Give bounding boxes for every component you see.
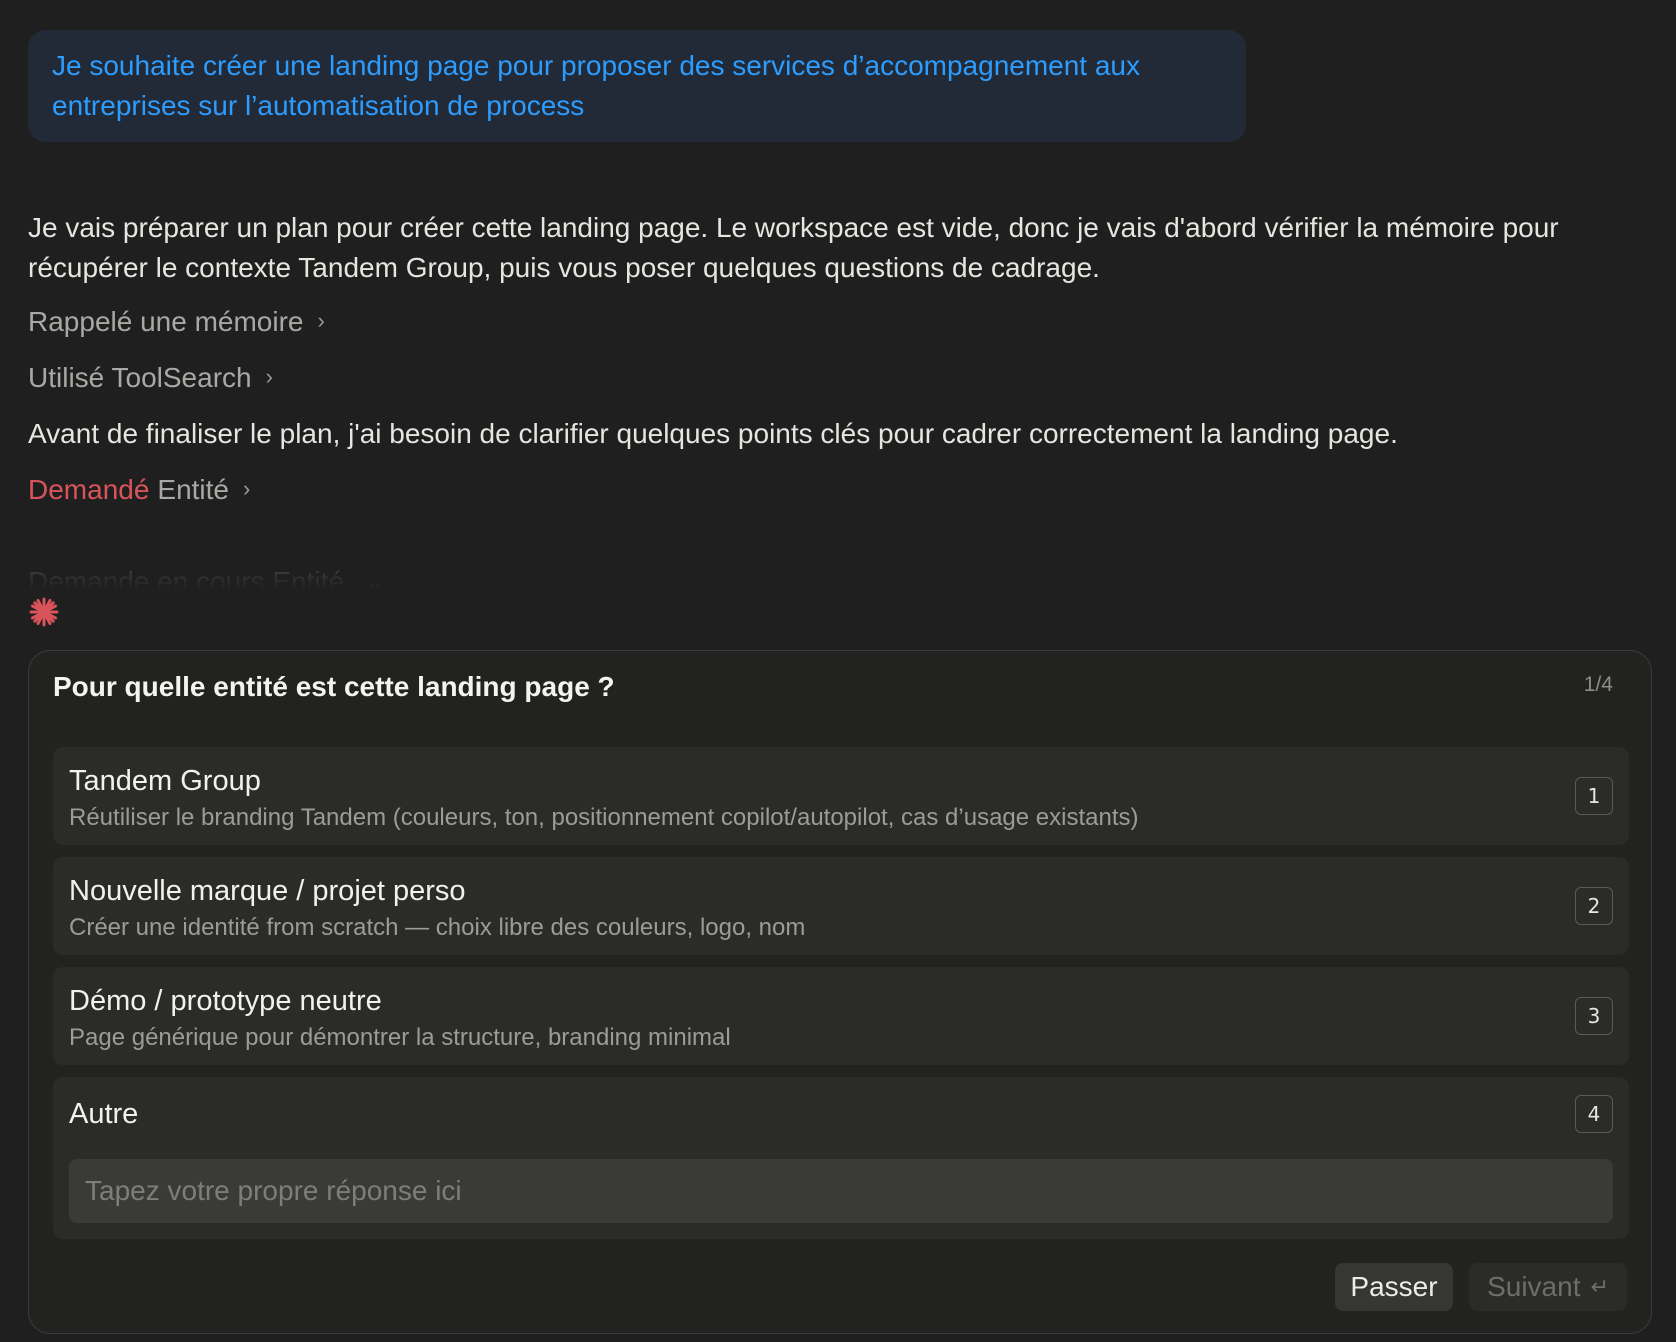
assistant-clarify-text: Avant de finaliser le plan, j'ai besoin … <box>28 418 1398 449</box>
option-key-badge: 4 <box>1575 1095 1613 1133</box>
tool-call-asked-entity[interactable]: Demandé Entité › <box>28 470 250 510</box>
option-key-badge: 3 <box>1575 997 1613 1035</box>
option-tandem-group[interactable]: Tandem Group Réutiliser le branding Tand… <box>53 747 1629 845</box>
option-description: Réutiliser le branding Tandem (couleurs,… <box>69 804 1139 831</box>
return-key-icon: ↵ <box>1590 1274 1609 1299</box>
option-description: Créer une identité from scratch — choix … <box>69 914 806 941</box>
pending-request-label: Demande en cours Entité <box>28 566 344 590</box>
tool-call-memory[interactable]: Rappelé une mémoire › <box>28 302 325 342</box>
next-button[interactable]: Suivant ↵ <box>1469 1263 1627 1311</box>
asked-prefix: Demandé <box>28 474 150 505</box>
option-key-badge: 2 <box>1575 887 1613 925</box>
skip-button[interactable]: Passer <box>1335 1263 1453 1311</box>
user-message-text: Je souhaite créer une landing page pour … <box>52 50 1141 121</box>
chevron-right-icon: › <box>317 308 325 333</box>
next-button-label: Suivant <box>1487 1271 1581 1302</box>
option-nouvelle-marque[interactable]: Nouvelle marque / projet perso Créer une… <box>53 857 1629 955</box>
tool-call-toolsearch-label: Utilisé ToolSearch <box>28 362 252 393</box>
question-card: Pour quelle entité est cette landing pag… <box>28 650 1652 1334</box>
chevron-right-icon: › <box>265 364 273 389</box>
question-title: Pour quelle entité est cette landing pag… <box>53 671 615 702</box>
spinner-spark-icon <box>29 597 59 627</box>
asked-label: Entité <box>157 474 230 505</box>
option-title: Autre <box>69 1098 139 1130</box>
chevron-right-icon: › <box>243 476 251 501</box>
option-autre[interactable]: Autre 4 <box>53 1077 1629 1239</box>
option-title: Tandem Group <box>69 765 261 797</box>
pending-request-row: Demande en cours Entité ⌄ <box>28 562 384 590</box>
option-title: Nouvelle marque / projet perso <box>69 875 466 907</box>
tool-call-memory-label: Rappelé une mémoire <box>28 306 304 337</box>
option-demo-prototype[interactable]: Démo / prototype neutre Page générique p… <box>53 967 1629 1065</box>
option-description: Page générique pour démontrer la structu… <box>69 1024 731 1051</box>
custom-answer-input[interactable] <box>69 1159 1613 1223</box>
option-title: Démo / prototype neutre <box>69 985 382 1017</box>
question-counter: 1/4 <box>1583 673 1613 696</box>
user-message-bubble: Je souhaite créer une landing page pour … <box>28 30 1246 142</box>
option-key-badge: 1 <box>1575 777 1613 815</box>
tool-call-toolsearch[interactable]: Utilisé ToolSearch › <box>28 358 273 398</box>
skip-button-label: Passer <box>1350 1271 1438 1302</box>
chevron-down-icon: ⌄ <box>365 570 385 590</box>
assistant-intro-text: Je vais préparer un plan pour créer cett… <box>28 212 1559 283</box>
